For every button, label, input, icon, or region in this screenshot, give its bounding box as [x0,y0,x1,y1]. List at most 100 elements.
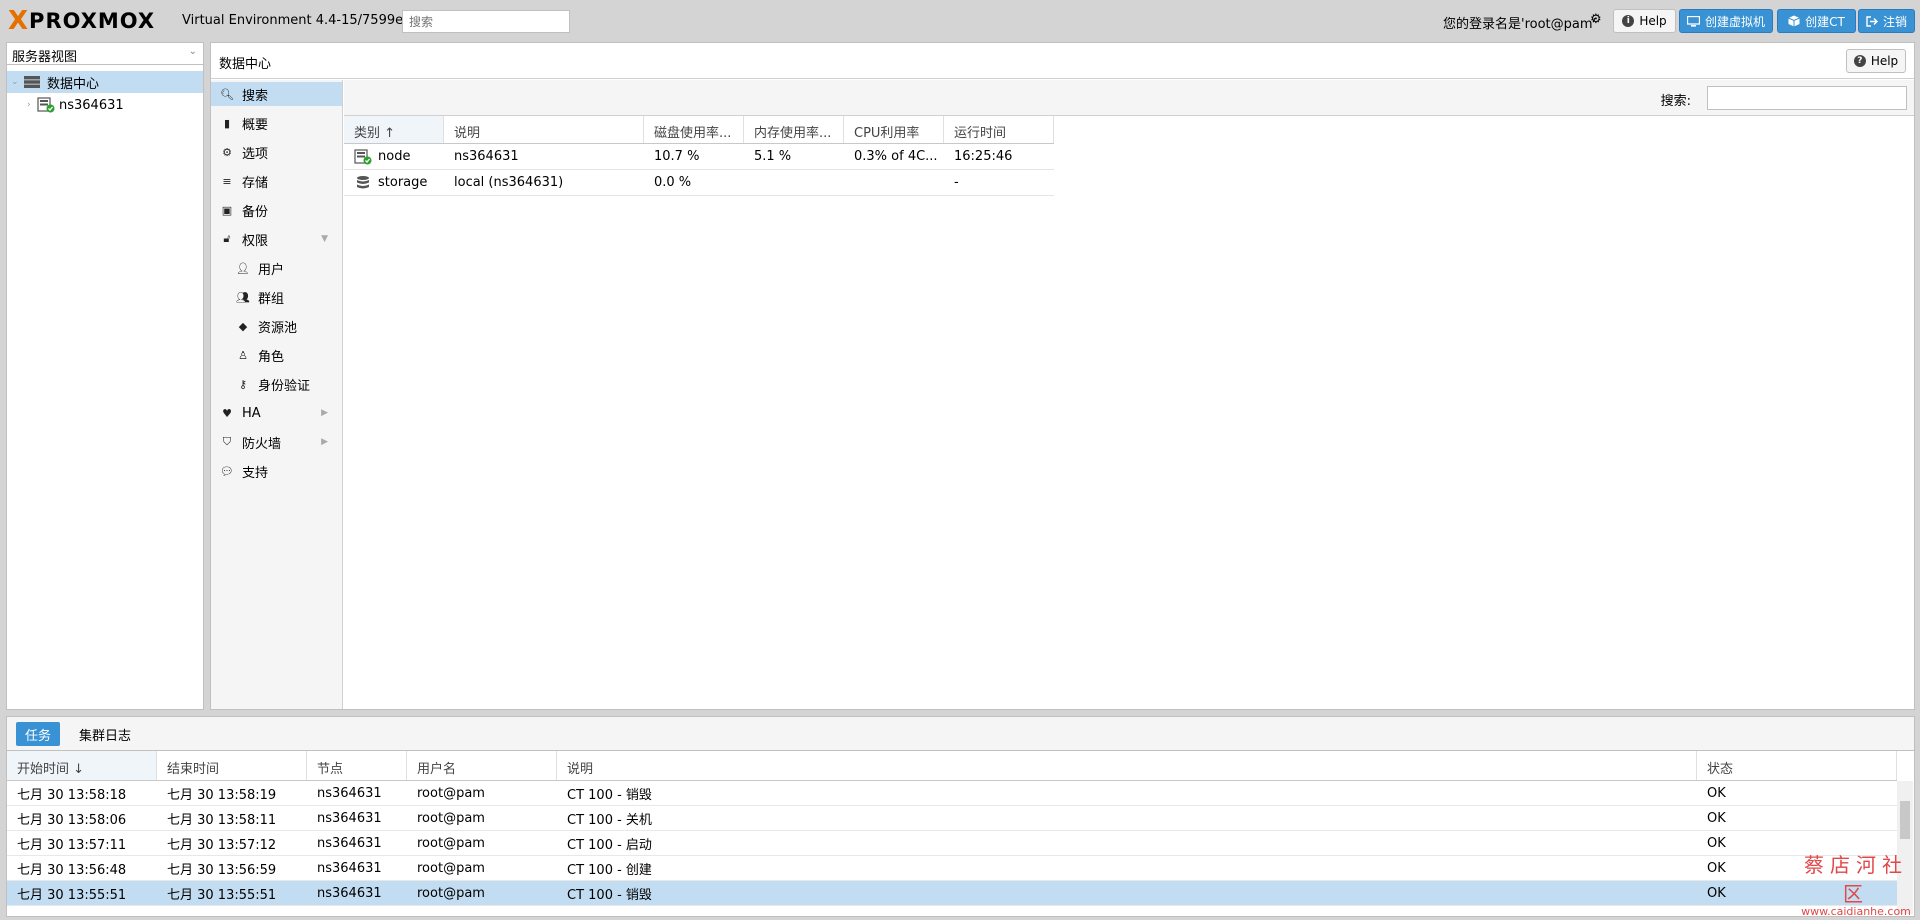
scrollbar-thumb[interactable] [1900,801,1910,839]
comments-icon: 💬︎ [220,464,234,478]
task-row[interactable]: 七月 30 13:58:18 七月 30 13:58:19 ns364631 r… [7,781,1897,806]
nav-item-users[interactable]: 👤︎ 用户 [211,256,342,280]
tree-expand-icon[interactable]: › [27,100,37,110]
nav-item-label: 搜索 [242,88,269,104]
main-help-button[interactable]: ? Help [1846,49,1906,73]
nav-item-label: 用户 [258,262,285,278]
cell-uptime: - [954,175,959,190]
database-icon [357,175,369,188]
create-ct-button[interactable]: 创建CT [1777,9,1856,33]
task-node: ns364631 [317,810,382,826]
cell-memory: 5.1 % [754,149,792,164]
nav-item-groups[interactable]: 👥︎ 群组 [211,285,342,309]
help-button[interactable]: i Help [1613,9,1676,33]
nav-item-authentication[interactable]: ⚷ 身份验证 [211,372,342,396]
login-status-text: 您的登录名是'root@pam' [1443,17,1597,32]
nav-item-firewall[interactable]: ⛉ 防火墙 ▶ [211,430,342,454]
nav-item-summary[interactable]: ▮ 概要 [211,111,342,135]
nav-item-ha[interactable]: ♥ HA ▶ [211,401,342,425]
task-user: root@pam [417,810,485,826]
caret-right-icon: ▶ [321,408,328,418]
node-online-icon [37,97,55,113]
task-description: CT 100 - 销毁 [567,787,652,803]
task-node: ns364631 [317,860,382,876]
column-header-end-time[interactable]: 结束时间 [157,751,307,780]
table-row[interactable]: storage local (ns364631) 0.0 % - [344,170,1054,196]
task-user: root@pam [417,860,485,876]
task-grid-header: 开始时间 ↓ 结束时间 节点 用户名 说明 状态 [7,751,1897,781]
cell-type: storage [344,175,444,191]
gear-icon: ⚙ [222,145,232,159]
nav-item-search[interactable]: 🔍︎ 搜索 [211,82,342,106]
column-header-user[interactable]: 用户名 [407,751,557,780]
tree-item-node[interactable]: › ns364631 [7,94,203,116]
nav-item-label: 身份验证 [258,378,311,394]
task-list: 七月 30 13:58:18 七月 30 13:58:19 ns364631 r… [7,781,1897,906]
key-icon: ⚷ [238,377,248,391]
task-node: ns364631 [317,785,382,801]
cell-type-label: node [378,149,411,164]
task-status: OK [1707,785,1726,801]
column-header-status[interactable]: 状态 [1697,751,1897,780]
log-tab-bar: 任务 集群日志 [7,717,1914,751]
task-row[interactable]: 七月 30 13:58:06 七月 30 13:58:11 ns364631 r… [7,806,1897,831]
main-content-panel: 数据中心 ? Help 🔍︎ 搜索 ▮ 概要 ⚙ 选项 ≡ 存储 ▣ 备份 🔓︎ 权限 ▼ … [210,42,1915,710]
unlock-icon: 🔓︎ [223,232,231,245]
version-text: Virtual Environment 4.4-15/7599e35a [182,13,428,28]
nav-item-label: 角色 [258,349,285,365]
task-row[interactable]: 七月 30 13:56:48 七月 30 13:56:59 ns364631 r… [7,856,1897,881]
nav-item-label: 防火墙 [242,436,282,452]
grid-header-row: 类别 ↑ 说明 磁盘使用率... 内存使用率... CPU利用率 运行时间 [344,116,1054,144]
nav-item-label: 权限 [242,233,269,249]
column-header-node[interactable]: 节点 [307,751,407,780]
column-header-type[interactable]: 类别 ↑ [344,116,444,143]
watermark-logo: 蔡店河社区 www.caidianhe.com [1797,849,1915,918]
search-field-label: 搜索: [1660,94,1691,109]
nav-item-options[interactable]: ⚙ 选项 [211,140,342,164]
task-row[interactable]: 七月 30 13:57:11 七月 30 13:57:12 ns364631 r… [7,831,1897,856]
nav-item-backup[interactable]: ▣ 备份 [211,198,342,222]
logout-button[interactable]: 注销 [1858,9,1915,33]
help-button-label: Help [1639,14,1667,28]
nav-item-roles[interactable]: ♙ 角色 [211,343,342,367]
nav-item-permissions[interactable]: 🔓︎ 权限 ▼ [211,227,342,251]
datacenter-nav-menu: 🔍︎ 搜索 ▮ 概要 ⚙ 选项 ≡ 存储 ▣ 备份 🔓︎ 权限 ▼ 👤︎ 用户 👥︎ 群组 ◆ 资… [211,80,343,709]
chevron-down-icon: ⌄ [188,46,197,57]
create-vm-button[interactable]: 创建虚拟机 [1679,9,1773,33]
tree-item-label: ns364631 [59,97,124,113]
create-vm-label: 创建虚拟机 [1704,14,1765,29]
book-icon: ▮ [223,116,231,130]
tree-collapse-icon[interactable]: ⌄ [11,77,21,87]
nav-item-label: 备份 [242,204,269,220]
nav-item-support[interactable]: 💬︎ 支持 [211,459,342,483]
task-start: 七月 30 13:55:51 [17,887,127,903]
task-description: CT 100 - 销毁 [567,887,652,903]
task-end: 七月 30 13:57:12 [167,837,277,853]
users-icon: 👥︎ [236,290,250,304]
cell-description: local (ns364631) [454,175,564,190]
table-row[interactable]: node ns364631 10.7 % 5.1 % 0.3% of 4C...… [344,144,1054,170]
cell-disk: 0.0 % [654,175,692,190]
resource-search-input[interactable] [1707,86,1907,110]
task-status: OK [1707,810,1726,826]
column-header-memory-usage[interactable]: 内存使用率... [744,116,844,143]
global-search-input[interactable] [402,10,570,33]
column-header-start-time[interactable]: 开始时间 ↓ [7,751,157,780]
task-row[interactable]: 七月 30 13:55:51 七月 30 13:55:51 ns364631 r… [7,881,1897,906]
task-user: root@pam [417,885,485,901]
column-header-uptime[interactable]: 运行时间 [944,116,1054,143]
column-header-description[interactable]: 说明 [444,116,644,143]
user-gear-icon[interactable]: ⚙ [1590,12,1602,27]
server-view-select[interactable]: 服务器视图 ⌄ [7,43,203,65]
column-header-disk-usage[interactable]: 磁盘使用率... [644,116,744,143]
tree-item-datacenter[interactable]: ⌄ 数据中心 [7,71,203,93]
nav-item-storage[interactable]: ≡ 存储 [211,169,342,193]
page-title: 数据中心 [219,57,272,72]
nav-item-pools[interactable]: ◆ 资源池 [211,314,342,338]
tab-cluster-log[interactable]: 集群日志 [70,722,140,746]
nav-item-label: 资源池 [258,320,298,336]
nav-item-label: 存储 [242,175,269,191]
column-header-cpu-usage[interactable]: CPU利用率 [844,116,944,143]
column-header-description[interactable]: 说明 [557,751,1697,780]
tab-tasks[interactable]: 任务 [16,722,60,746]
